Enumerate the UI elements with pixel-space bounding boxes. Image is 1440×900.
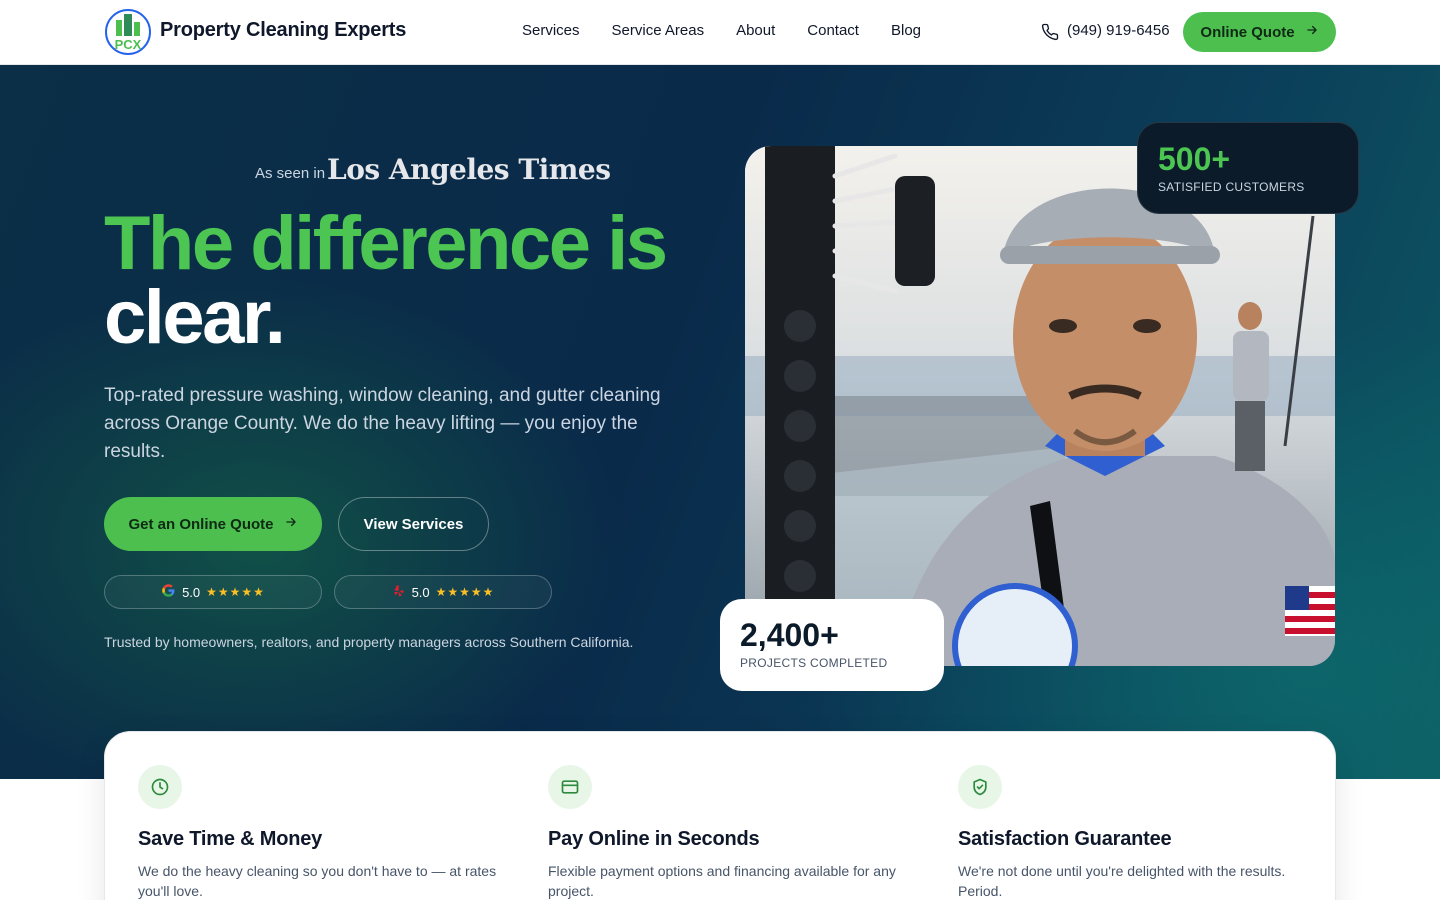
hero-headline: The difference is clear. — [104, 201, 668, 360]
nav-blog[interactable]: Blog — [891, 22, 921, 39]
rating-score: 5.0 — [411, 584, 430, 600]
feature-description: Flexible payment options and financing a… — [548, 863, 896, 899]
google-rating-badge[interactable]: 5.0 ★★★★★ — [104, 575, 322, 609]
get-online-quote-button[interactable]: Get an Online Quote — [104, 497, 322, 551]
main-nav: Services Service Areas About Contact Blo… — [522, 22, 921, 39]
nav-contact[interactable]: Contact — [807, 22, 859, 39]
svg-text:PCX: PCX — [115, 37, 142, 52]
stat-projects-completed: 2,400+ PROJECTS COMPLETED — [720, 599, 944, 691]
star-rating: ★★★★★ — [206, 585, 265, 599]
feature-description: We're not done until you're delighted wi… — [958, 863, 1286, 899]
get-quote-label: Get an Online Quote — [128, 515, 274, 533]
feature-title: Satisfaction Guarantee — [958, 828, 1172, 850]
arrow-right-icon — [284, 515, 298, 533]
feature-save-time: Save Time & Money We do the heavy cleani… — [138, 765, 498, 900]
nav-services[interactable]: Services — [522, 22, 580, 39]
clock-icon — [138, 765, 182, 809]
brand-name[interactable]: Property Cleaning Experts — [160, 19, 406, 42]
yelp-rating-badge[interactable]: 5.0 ★★★★★ — [334, 575, 552, 609]
headline-line-2: clear. — [104, 275, 286, 360]
stat-label: PROJECTS COMPLETED — [740, 656, 888, 670]
star-rating: ★★★★★ — [435, 585, 495, 599]
feature-description: We do the heavy cleaning so you don't ha… — [138, 863, 497, 899]
nav-about[interactable]: About — [736, 22, 775, 39]
stat-number: 500+ — [1158, 141, 1231, 177]
hero-subheadline: Top-rated pressure washing, window clean… — [104, 385, 661, 462]
rating-score: 5.0 — [182, 584, 201, 600]
feature-title: Save Time & Money — [138, 828, 323, 850]
nav-service-areas[interactable]: Service Areas — [612, 22, 705, 39]
as-seen-in-label: As seen in — [255, 165, 326, 182]
feature-pay-online: Pay Online in Seconds Flexible payment o… — [548, 765, 908, 900]
online-quote-label: Online Quote — [1200, 23, 1295, 41]
stat-label: SATISFIED CUSTOMERS — [1158, 180, 1305, 194]
pcx-logo[interactable]: PCX — [104, 8, 152, 56]
arrow-right-icon — [1305, 23, 1319, 41]
phone-icon — [1041, 23, 1059, 41]
yelp-icon — [392, 584, 406, 601]
google-icon — [161, 583, 176, 601]
phone-number-link[interactable]: (949) 919-6456 — [1067, 22, 1170, 39]
view-services-button[interactable]: View Services — [338, 497, 489, 551]
la-times-logo: Los Angeles Times — [327, 153, 611, 186]
features-card: Save Time & Money We do the heavy cleani… — [104, 731, 1336, 900]
hero-section: As seen in Los Angeles Times The differe… — [0, 65, 1440, 779]
hero-photo — [745, 146, 1335, 666]
stat-number: 2,400+ — [740, 617, 839, 653]
credit-card-icon — [548, 765, 592, 809]
headline-line-1: The difference is — [104, 201, 668, 286]
shield-check-icon — [958, 765, 1002, 809]
site-header: PCX Property Cleaning Experts Services S… — [0, 0, 1440, 65]
online-quote-button[interactable]: Online Quote — [1183, 12, 1336, 52]
feature-title: Pay Online in Seconds — [548, 828, 760, 850]
feature-satisfaction-guarantee: Satisfaction Guarantee We're not done un… — [958, 765, 1318, 900]
trusted-by-text: Trusted by homeowners, realtors, and pro… — [104, 634, 634, 650]
stat-satisfied-customers: 500+ SATISFIED CUSTOMERS — [1137, 122, 1359, 214]
